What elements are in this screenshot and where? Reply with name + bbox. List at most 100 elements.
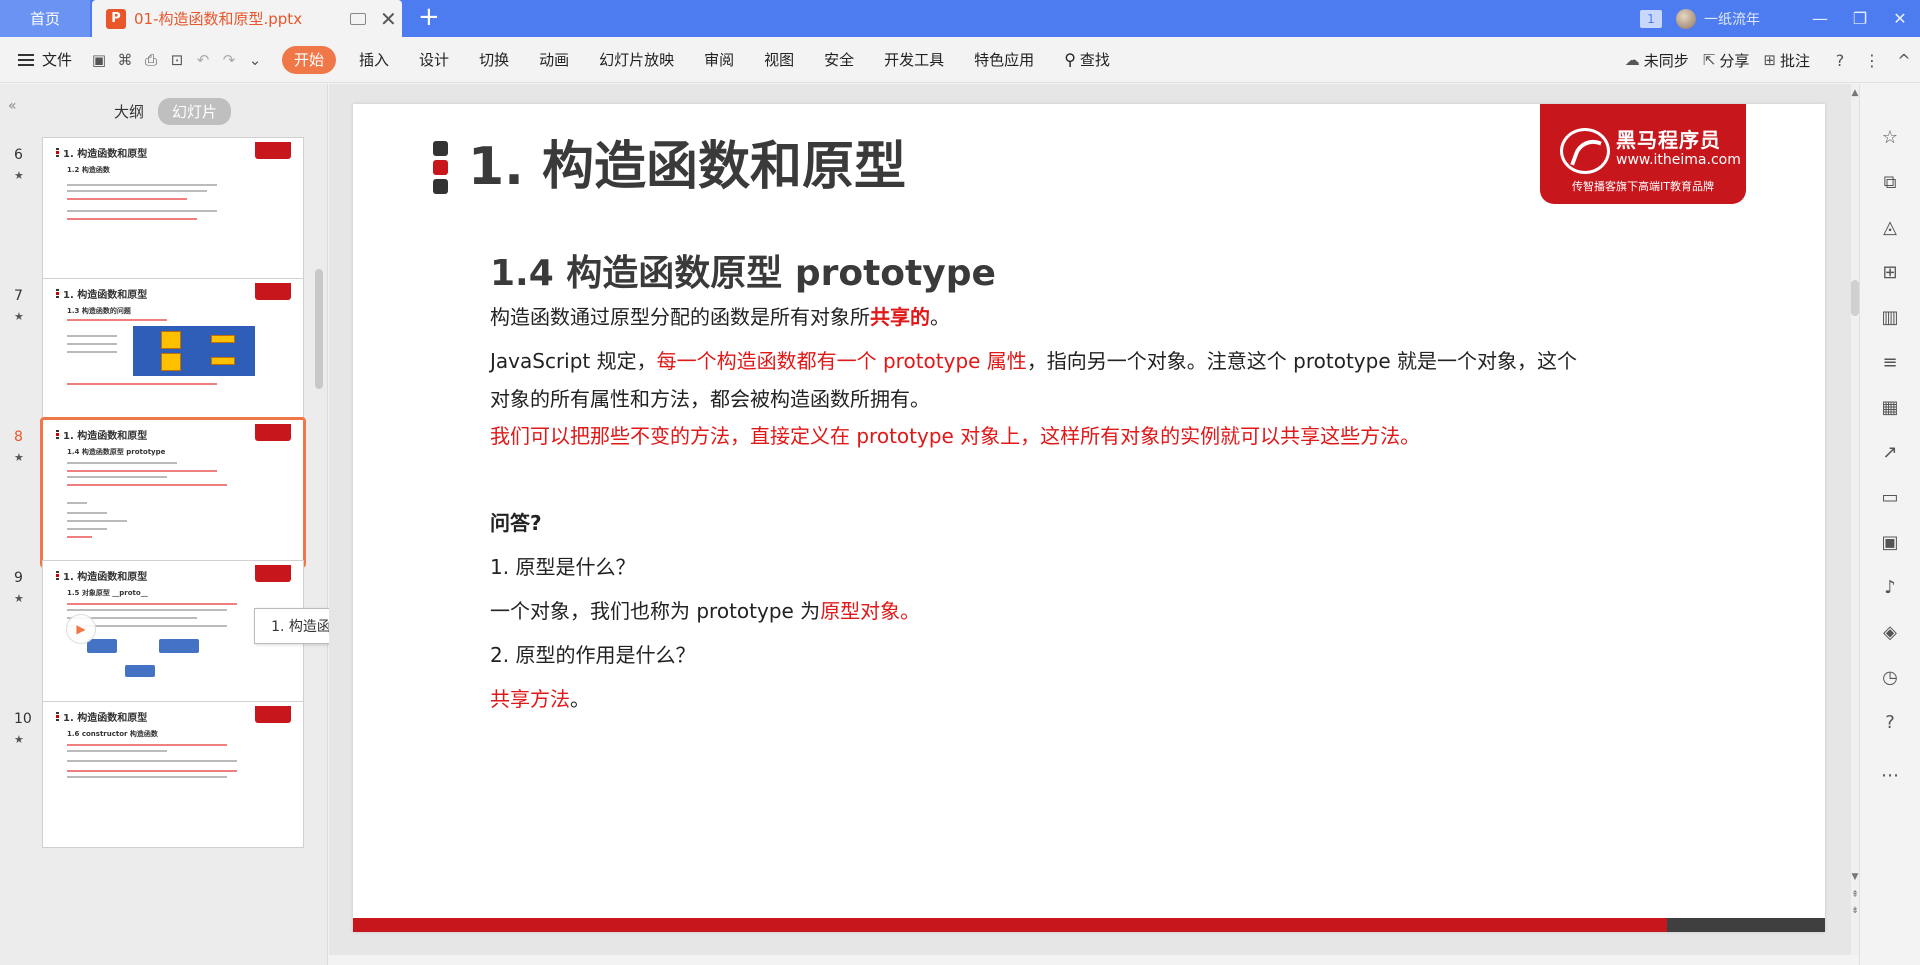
slide-thumbnail-selected[interactable]: 1. 构造函数和原型 1.4 构造函数原型 prototype [40,417,306,568]
question-1[interactable]: 1. 原型是什么？ [490,548,1590,586]
tab-start[interactable]: 开始 [282,45,337,74]
comment-button[interactable]: ⊞ 批注 [1763,50,1810,71]
paragraph-3[interactable]: 我们可以把那些不变的方法，直接定义在 prototype 对象上，这样所有对象的… [490,417,1590,455]
slide-thumbnail[interactable]: 1. 构造函数和原型 1.3 构造函数的问题 [42,278,304,425]
tab-view[interactable]: 视图 [749,46,809,74]
diagram-block [133,326,255,376]
scroll-up-icon[interactable]: ▲ [1851,88,1859,98]
text-line [67,343,117,345]
next-slide-icon[interactable]: ⇟ [1851,906,1859,916]
qa-heading[interactable]: 问答? [490,504,1590,542]
shield-icon[interactable]: ◈ [1879,621,1901,643]
new-tab-button[interactable]: + [418,4,440,30]
notes-strip[interactable] [329,955,1859,965]
slide-number: 6 [14,147,23,163]
prev-slide-icon[interactable]: ⇞ [1851,890,1859,900]
answer-1[interactable]: 一个对象，我们也称为 prototype 为原型对象。 [490,592,1590,630]
save-icon[interactable]: ▣ [90,51,108,69]
minimize-icon[interactable]: — [1800,9,1840,28]
search-button[interactable]: ⚲ 查找 [1049,46,1125,74]
slides-tab[interactable]: 幻灯片 [158,98,232,125]
history-icon[interactable]: ◷ [1879,666,1901,688]
slide-title[interactable]: 1. 构造函数和原型 [468,124,906,199]
customize-icon[interactable]: ⌄ [246,51,264,69]
text-line [67,198,187,200]
restore-icon[interactable]: ❐ [1840,9,1880,28]
pin-window-icon[interactable] [350,12,366,25]
tab-home[interactable]: 首页 [0,0,90,37]
slide-canvas[interactable]: 1. 构造函数和原型 黑马程序员 www.itheima.com 传智播客旗下高… [353,104,1825,932]
image-stack-icon[interactable]: ▦ [1879,396,1901,418]
scrollbar-thumb[interactable] [1851,280,1859,316]
outline-tab[interactable]: 大纲 [100,98,158,125]
animation-star-icon: ★ [14,169,24,182]
text-line [67,190,207,192]
print-preview-icon[interactable]: ⊡ [168,51,186,69]
slide-footer-bar [353,918,1825,932]
tab-developer[interactable]: 开发工具 [869,46,959,74]
text-line [67,770,237,772]
file-menu-button[interactable]: 文件 [18,49,72,70]
copy-icon[interactable]: ⧉ [1879,171,1901,193]
tab-transition[interactable]: 切换 [464,46,524,74]
thumbnail-item-current[interactable]: 8 ★ 1. 构造函数和原型 1.4 构造函数原型 prototype [0,411,315,568]
user-name[interactable]: 一纸流年 [1704,9,1760,29]
text-line [67,319,167,321]
tab-design[interactable]: 设计 [404,46,464,74]
close-tab-icon[interactable]: ✕ [380,9,397,29]
animation-star-icon: ★ [14,451,24,464]
picture-icon[interactable]: ▣ [1879,531,1901,553]
close-window-icon[interactable]: ✕ [1880,9,1920,28]
title-bars-icon [56,712,59,722]
tab-insert[interactable]: 插入 [344,46,404,74]
window-count-badge[interactable]: 1 [1640,9,1662,28]
tab-review[interactable]: 审阅 [689,46,749,74]
undo-icon[interactable]: ↶ [194,51,212,69]
help-icon[interactable]: ? [1824,51,1856,70]
redo-icon[interactable]: ↷ [220,51,238,69]
paragraph-1[interactable]: 构造函数通过原型分配的函数是所有对象所共享的。 [490,298,1590,336]
tab-document[interactable]: P 01-构造函数和原型.pptx ✕ [92,0,402,37]
thumbnail-title: 1. 构造函数和原型 [63,290,148,301]
sync-status-button[interactable]: ☁ 未同步 [1625,50,1689,71]
grid-icon[interactable]: ⊞ [1879,261,1901,283]
archive-icon[interactable]: ▭ [1879,486,1901,508]
paragraph-2[interactable]: JavaScript 规定，每一个构造函数都有一个 prototype 属性，指… [490,342,1590,418]
speaker-icon[interactable]: ♪ [1879,576,1901,598]
a2-red: 共享方法 [490,687,570,711]
thumbnail-item[interactable]: 10 ★ 1. 构造函数和原型 1.6 constructor 构造函数 [0,693,315,848]
help-icon[interactable]: ? [1879,711,1901,733]
title-bars-icon [56,289,59,299]
slide-thumbnail[interactable]: 1. 构造函数和原型 1.6 constructor 构造函数 [42,701,304,848]
collapse-panel-icon[interactable]: « [8,98,17,114]
tab-features[interactable]: 特色应用 [959,46,1049,74]
avatar[interactable] [1676,8,1696,29]
format-painter-icon[interactable]: ⌘ [116,51,134,69]
chart-icon[interactable]: ▥ [1879,306,1901,328]
slide-scrollbar[interactable]: ▲ ▼ ⇞ ⇟ [1851,84,1859,965]
sliders-icon[interactable]: ≡ [1879,351,1901,373]
play-slide-button[interactable]: ▶ [66,614,96,644]
share-icon[interactable]: ↗ [1879,441,1901,463]
answer-2[interactable]: 共享方法。 [490,680,1590,718]
more-options-icon[interactable]: ⋮ [1856,51,1888,70]
slide-thumbnail[interactable]: 1. 构造函数和原型 1.2 构造函数 [42,137,304,284]
share-button[interactable]: ⇱ 分享 [1703,50,1750,71]
thumbnail-item[interactable]: 7 ★ 1. 构造函数和原型 1.3 构造函数的问题 [0,270,315,425]
tab-slideshow[interactable]: 幻灯片放映 [584,46,689,74]
ribbon-bar: 文件 ▣ ⌘ ⎙ ⊡ ↶ ↷ ⌄ 开始 插入 设计 切换 动画 幻灯片放映 审阅… [0,37,1920,83]
scroll-down-icon[interactable]: ▼ [1851,872,1859,882]
scrollbar-thumb[interactable] [315,269,323,389]
text-line [67,462,177,464]
collapse-ribbon-icon[interactable]: ^ [1888,51,1920,70]
layers-icon[interactable]: ◬ [1879,216,1901,238]
slide-subtitle[interactable]: 1.4 构造函数原型 prototype [490,244,996,296]
thumbnail-item[interactable]: 6 ★ 1. 构造函数和原型 1.2 构造函数 [0,129,315,284]
tab-animation[interactable]: 动画 [524,46,584,74]
print-icon[interactable]: ⎙ [142,51,160,69]
more-icon[interactable]: ⋯ [1879,764,1901,786]
question-2[interactable]: 2. 原型的作用是什么？ [490,636,1590,674]
thumbnail-scrollbar[interactable] [315,129,323,965]
star-shape-icon[interactable]: ☆ [1879,126,1901,148]
tab-security[interactable]: 安全 [809,46,869,74]
